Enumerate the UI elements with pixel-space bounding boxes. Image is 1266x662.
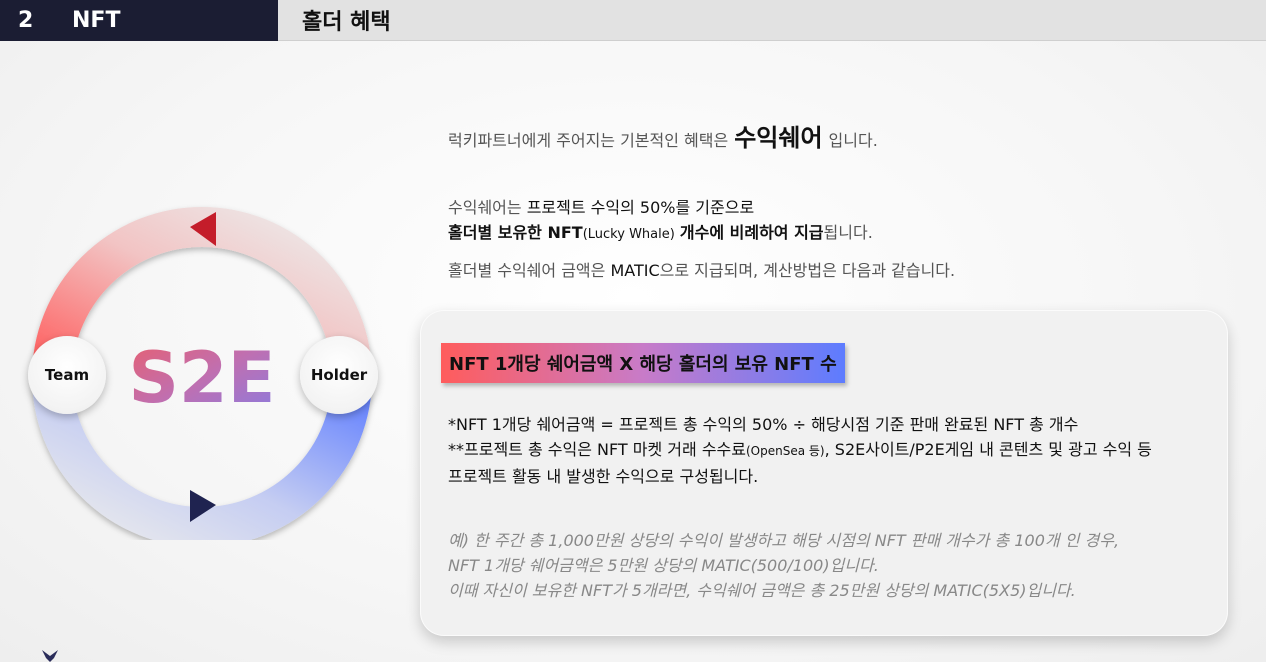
formula-banner: NFT 1개당 쉐어금액 X 해당 홀더의 보유 NFT 수 <box>441 343 845 383</box>
team-node: Team <box>28 336 106 414</box>
intro-line1-prefix: 럭키파트너에게 주어지는 기본적인 혜택은 <box>448 131 729 150</box>
section-number: 2 <box>18 8 34 33</box>
example-line-1: 예) 한 주간 총 1,000만원 상당의 수익이 발생하고 해당 시점의 NF… <box>448 531 1120 550</box>
example-text: 예) 한 주간 총 1,000만원 상당의 수익이 발생하고 해당 시점의 NF… <box>448 528 1223 603</box>
intro-paragraph3: 홀더별 수익쉐어 금액은 MATIC으로 지급되며, 계산방법은 다음과 같습니… <box>448 257 1248 281</box>
formula-notes: *NFT 1개당 쉐어금액 = 프로젝트 총 수익의 50% ÷ 해당시점 기준… <box>448 412 1223 489</box>
p3-b: MATIC <box>610 261 660 280</box>
p2-d: (Lucky Whale) <box>582 227 675 242</box>
intro-paragraph2: 수익쉐어는 프로젝트 수익의 50%를 기준으로 홀더별 보유한 NFT(Luc… <box>448 195 1248 247</box>
page-title: 홀더 혜택 <box>302 10 391 35</box>
intro-text: 럭키파트너에게 주어지는 기본적인 혜택은 수익쉐어 입니다. 수익쉐어는 프로… <box>448 118 1248 281</box>
calculation-card: NFT 1개당 쉐어금액 X 해당 홀더의 보유 NFT 수 *NFT 1개당 … <box>420 310 1228 636</box>
note-2: **프로젝트 총 수익은 NFT 마켓 거래 수수료(OpenSea 등), S… <box>448 437 1223 464</box>
p3-a: 홀더별 수익쉐어 금액은 <box>448 261 606 280</box>
note-2-a: **프로젝트 총 수익은 NFT 마켓 거래 수수료 <box>448 440 746 459</box>
p3-c: 으로 지급되며, 계산방법은 다음과 같습니다. <box>659 261 956 280</box>
s2e-label: S2E <box>129 337 276 419</box>
note-1: *NFT 1개당 쉐어금액 = 프로젝트 총 수익의 50% ÷ 해당시점 기준… <box>448 415 1079 434</box>
p2-c: 홀더별 보유한 NFT <box>448 223 583 242</box>
intro-line1-suffix: 입니다. <box>828 131 878 150</box>
note-2-b: (OpenSea 등) <box>745 444 825 458</box>
whale-logo-icon <box>42 650 58 662</box>
section-label: 2 NFT <box>0 0 278 41</box>
p2-a: 수익쉐어는 <box>448 198 522 217</box>
note-2-c: , S2E사이트/P2E게임 내 콘텐츠 및 광고 수익 등 <box>824 440 1152 459</box>
header-bar: 2 NFT 홀더 혜택 <box>0 0 1266 41</box>
p2-e: 개수에 비례하여 지급 <box>679 223 824 242</box>
holder-node: Holder <box>300 336 378 414</box>
page-title-bar: 홀더 혜택 <box>278 0 1266 41</box>
intro-line1-highlight: 수익쉐어 <box>734 124 823 152</box>
p2-f: 됩니다. <box>823 223 873 242</box>
s2e-cycle-diagram: S2E Team Holder <box>22 200 382 547</box>
example-line-3: 이때 자신이 보유한 NFT가 5개라면, 수익쉐어 금액은 총 25만원 상당… <box>448 581 1076 600</box>
p2-b: 프로젝트 수익의 50%를 기준으로 <box>526 198 755 217</box>
intro-line1: 럭키파트너에게 주어지는 기본적인 혜택은 수익쉐어 입니다. <box>448 118 1248 153</box>
section-title: NFT <box>72 8 121 33</box>
note-3: 프로젝트 활동 내 발생한 수익으로 구성됩니다. <box>448 467 759 486</box>
example-line-2: NFT 1개당 쉐어금액은 5만원 상당의 MATIC(500/100)입니다. <box>448 556 879 575</box>
